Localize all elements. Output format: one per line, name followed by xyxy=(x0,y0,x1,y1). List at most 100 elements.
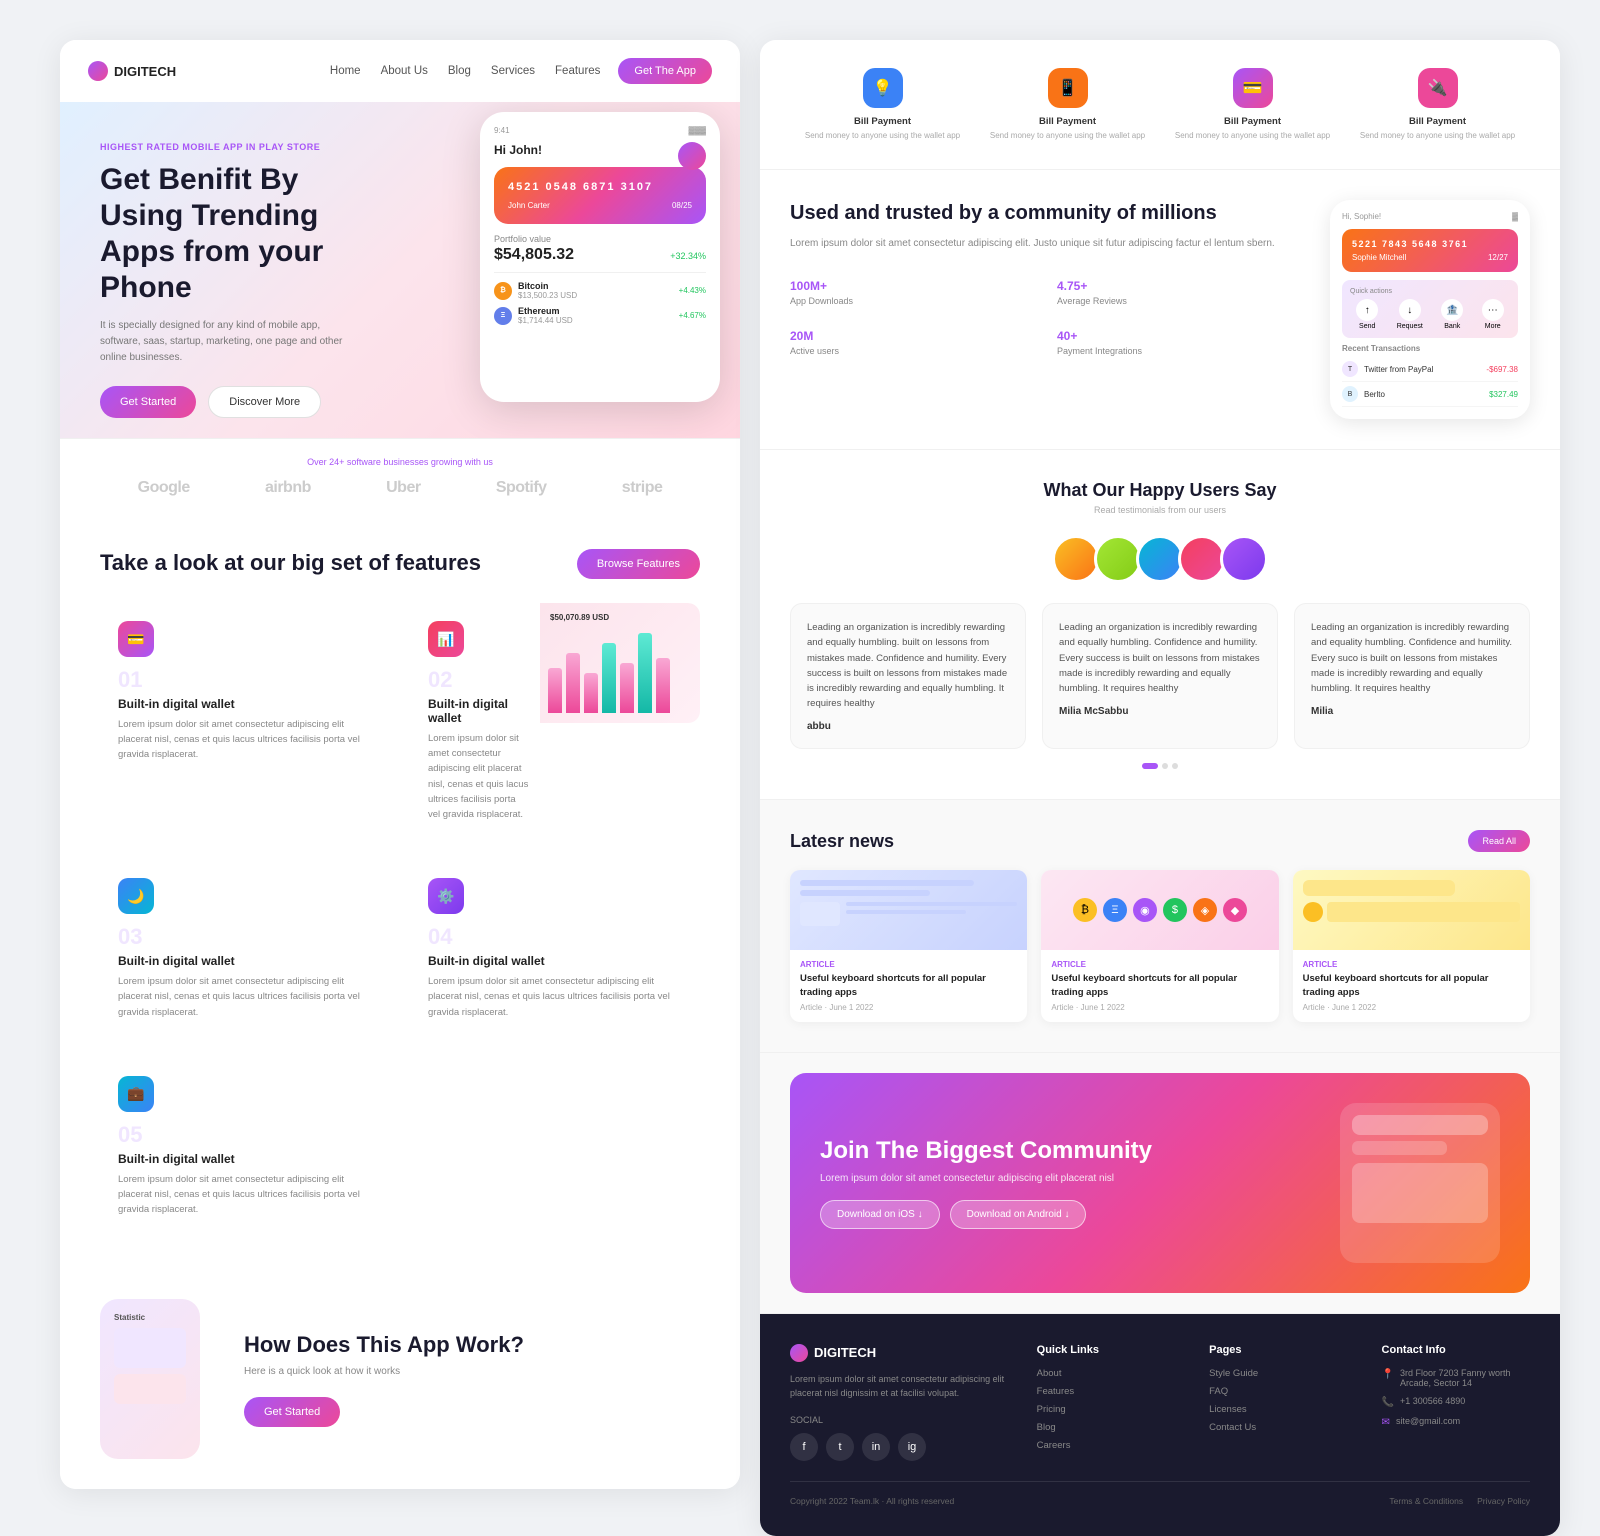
crypto-row-eth: Ξ Ethereum $1,714.44 USD +4.67% xyxy=(494,306,706,325)
feature-desc-3: Lorem ipsum dolor sit amet consectetur a… xyxy=(118,974,372,1020)
nav-about[interactable]: About Us xyxy=(381,65,428,77)
news-header: Latesr news Read All xyxy=(790,830,1530,852)
news-icon-usdc: $ xyxy=(1163,898,1187,922)
tp-header: Hi, Sophie! ▓ xyxy=(1342,212,1518,221)
qa-bank: Bank xyxy=(1444,323,1460,330)
discover-more-button[interactable]: Discover More xyxy=(208,386,321,418)
footer-social: f t in ig xyxy=(790,1433,1013,1461)
nav-services[interactable]: Services xyxy=(491,65,535,77)
news-section: Latesr news Read All xyxy=(760,800,1560,1053)
feature-desc-1: Lorem ipsum dolor sit amet consectetur a… xyxy=(118,717,372,763)
how-text: How Does This App Work? Here is a quick … xyxy=(244,1332,524,1427)
footer-page-faq[interactable]: FAQ xyxy=(1209,1386,1357,1397)
news-card-1: ARTICLE Useful keyboard shortcuts for al… xyxy=(790,870,1027,1022)
footer-email-text: site@gmail.com xyxy=(1396,1416,1460,1426)
footer-link-blog[interactable]: Blog xyxy=(1037,1422,1185,1433)
news-body-1: ARTICLE Useful keyboard shortcuts for al… xyxy=(790,950,1027,1022)
dot-3[interactable] xyxy=(1172,763,1178,769)
feature-num-5: 05 xyxy=(118,1122,372,1148)
bill-label-1: Bill Payment xyxy=(798,116,967,127)
social-tw[interactable]: t xyxy=(826,1433,854,1461)
bill-label-4: Bill Payment xyxy=(1353,116,1522,127)
test-card-3: Leading an organization is incredibly re… xyxy=(1294,603,1530,749)
join-phone-preview xyxy=(1340,1103,1500,1263)
footer-bottom: Copyright 2022 Team.lk · All rights rese… xyxy=(790,1481,1530,1506)
footer-page-styleguide[interactable]: Style Guide xyxy=(1209,1368,1357,1379)
test-text-1: Leading an organization is incredibly re… xyxy=(807,620,1009,711)
partner-uber: Uber xyxy=(386,479,420,497)
bill-item-2: 📱 Bill Payment Send money to anyone usin… xyxy=(975,60,1160,149)
footer-link-about[interactable]: About xyxy=(1037,1368,1185,1379)
bill-item-3: 💳 Bill Payment Send money to anyone usin… xyxy=(1160,60,1345,149)
hero-phone-mockup: 9:41 ▓▓▓ Hi John! 4521 0548 6871 3107 Jo… xyxy=(480,112,720,402)
get-app-button[interactable]: Get The App xyxy=(618,58,712,84)
test-author-2: Milia McSabbu xyxy=(1059,706,1261,717)
news-cat-3: ARTICLE xyxy=(1303,960,1520,969)
avatar-5 xyxy=(1220,535,1268,583)
footer-page-licenses[interactable]: Licenses xyxy=(1209,1404,1357,1415)
join-desc: Lorem ipsum dolor sit amet consectetur a… xyxy=(820,1173,1320,1184)
portfolio-label: Portfolio value xyxy=(494,234,706,244)
stat-num-users: 20M xyxy=(790,320,1043,346)
download-android-button[interactable]: Download on Android ↓ xyxy=(950,1200,1087,1229)
feature-card-3: 🌙 03 Built-in digital wallet Lorem ipsum… xyxy=(100,860,390,1038)
social-ig[interactable]: ig xyxy=(898,1433,926,1461)
feature-title-3: Built-in digital wallet xyxy=(118,954,372,968)
partner-google: Google xyxy=(138,479,190,497)
stat-users: 20M Active users xyxy=(790,320,1043,356)
bill-desc-2: Send money to anyone using the wallet ap… xyxy=(983,130,1152,141)
hero-buttons: Get Started Discover More xyxy=(100,386,400,418)
how-get-started-button[interactable]: Get Started xyxy=(244,1397,340,1427)
card-footer: John Carter 08/25 xyxy=(508,201,692,210)
feature-icon-5: 💼 xyxy=(118,1076,154,1112)
footer-link-careers[interactable]: Careers xyxy=(1037,1440,1185,1451)
browse-features-button[interactable]: Browse Features xyxy=(577,549,700,579)
download-ios-button[interactable]: Download on iOS ↓ xyxy=(820,1200,940,1229)
avatar-4 xyxy=(1178,535,1226,583)
how-title: How Does This App Work? xyxy=(244,1332,524,1358)
stat-num-downloads: 100M+ xyxy=(790,270,1043,296)
stat-label-users: Active users xyxy=(790,346,1043,356)
bill-icon-4: 🔌 xyxy=(1418,68,1458,108)
phone-avatar xyxy=(678,142,706,170)
tp-card-num: 5221 7843 5648 3761 xyxy=(1352,239,1508,249)
footer-link-features[interactable]: Features xyxy=(1037,1386,1185,1397)
social-fb[interactable]: f xyxy=(790,1433,818,1461)
card-number: 4521 0548 6871 3107 xyxy=(508,181,692,193)
nav-blog[interactable]: Blog xyxy=(448,65,471,77)
get-started-button[interactable]: Get Started xyxy=(100,386,196,418)
privacy-link[interactable]: Privacy Policy xyxy=(1477,1496,1530,1506)
dot-1[interactable] xyxy=(1142,763,1158,769)
news-thumb-3 xyxy=(1293,870,1530,950)
trusted-text: Used and trusted by a community of milli… xyxy=(790,200,1310,419)
footer-logo-icon xyxy=(790,1344,808,1362)
trans-icon-1: T xyxy=(1342,361,1358,377)
footer-link-pricing[interactable]: Pricing xyxy=(1037,1404,1185,1415)
trans-amount-1: -$697.38 xyxy=(1486,365,1518,374)
test-card-2: Leading an organization is incredibly re… xyxy=(1042,603,1278,749)
card-expiry: 08/25 xyxy=(672,201,692,210)
nav-home[interactable]: Home xyxy=(330,65,361,77)
join-section: Join The Biggest Community Lorem ipsum d… xyxy=(760,1053,1560,1314)
news-cards: ARTICLE Useful keyboard shortcuts for al… xyxy=(790,870,1530,1022)
nav-features[interactable]: Features xyxy=(555,65,600,77)
news-card-2: ₿ Ξ ◉ $ ◈ ◆ ARTICLE Useful keyboard shor… xyxy=(1041,870,1278,1022)
chart-preview: $50,070.89 USD xyxy=(540,603,700,723)
social-in[interactable]: in xyxy=(862,1433,890,1461)
join-title: Join The Biggest Community xyxy=(820,1137,1320,1165)
feature-num-4: 04 xyxy=(428,924,682,950)
dot-2[interactable] xyxy=(1162,763,1168,769)
partner-airbnb: airbnb xyxy=(265,479,311,497)
hero-title: Get Benifit By Using Trending Apps from … xyxy=(100,162,380,306)
trusted-phone: Hi, Sophie! ▓ 5221 7843 5648 3761 Sophie… xyxy=(1330,200,1530,419)
feature-desc-5: Lorem ipsum dolor sit amet consectetur a… xyxy=(118,1172,372,1218)
features-section: Take a look at our big set of features B… xyxy=(60,519,740,1265)
news-icon-coin: ◈ xyxy=(1193,898,1217,922)
read-all-button[interactable]: Read All xyxy=(1468,830,1530,852)
terms-link[interactable]: Terms & Conditions xyxy=(1389,1496,1463,1506)
footer-page-contact[interactable]: Contact Us xyxy=(1209,1422,1357,1433)
news-icon-dot: ◉ xyxy=(1133,898,1157,922)
logo-text: DIGITECH xyxy=(114,64,176,79)
qa-send: Send xyxy=(1359,323,1375,330)
news-meta-2: Article · June 1 2022 xyxy=(1051,1003,1268,1012)
